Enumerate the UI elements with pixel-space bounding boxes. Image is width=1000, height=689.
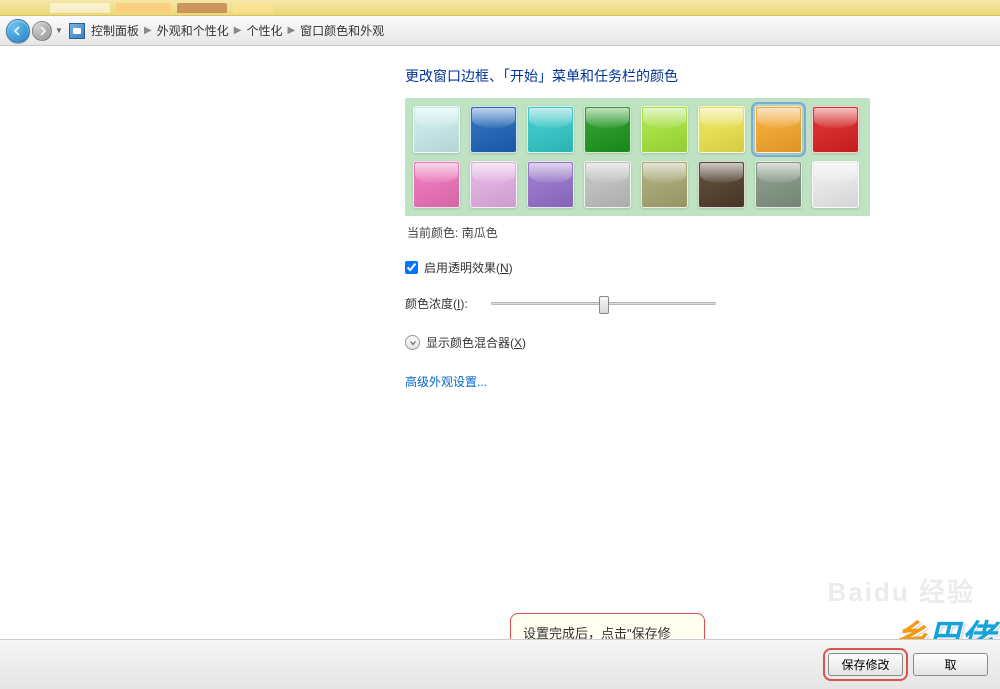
breadcrumb-item[interactable]: 个性化 bbox=[246, 22, 282, 39]
color-swatch[interactable] bbox=[584, 106, 631, 153]
save-button[interactable]: 保存修改 bbox=[828, 653, 903, 676]
chevron-down-icon bbox=[405, 335, 420, 350]
cancel-button[interactable]: 取 bbox=[913, 653, 988, 676]
intensity-label: 颜色浓度(I): bbox=[405, 295, 483, 312]
color-swatch[interactable] bbox=[413, 161, 460, 208]
transparency-label: 启用透明效果(N) bbox=[424, 259, 513, 276]
breadcrumb: 控制面板▶ 外观和个性化▶ 个性化▶ 窗口颜色和外观 bbox=[91, 22, 384, 39]
bottom-bar: 保存修改 取 bbox=[0, 639, 1000, 689]
watermark-baidu: Baidu 经验 bbox=[828, 572, 975, 609]
history-dropdown[interactable]: ▼ bbox=[55, 26, 65, 35]
color-swatch[interactable] bbox=[413, 106, 460, 153]
tab-blur bbox=[50, 3, 110, 13]
arrow-right-icon bbox=[37, 26, 47, 36]
transparency-checkbox[interactable] bbox=[405, 261, 418, 274]
breadcrumb-item[interactable]: 控制面板 bbox=[91, 22, 139, 39]
content-area: 更改窗口边框、「开始」菜单和任务栏的颜色 当前颜色: 南瓜色 启用透明效果(N)… bbox=[0, 46, 1000, 390]
breadcrumb-item[interactable]: 外观和个性化 bbox=[157, 22, 229, 39]
color-swatch[interactable] bbox=[698, 106, 745, 153]
forward-button[interactable] bbox=[32, 21, 52, 41]
back-button[interactable] bbox=[6, 19, 30, 43]
advanced-appearance-link[interactable]: 高级外观设置... bbox=[405, 373, 1000, 390]
window-titlebar bbox=[0, 0, 1000, 16]
intensity-slider[interactable] bbox=[491, 294, 716, 312]
color-swatch[interactable] bbox=[527, 161, 574, 208]
color-swatch[interactable] bbox=[812, 161, 859, 208]
tab-blur bbox=[177, 3, 227, 13]
navbar: ▼ 控制面板▶ 外观和个性化▶ 个性化▶ 窗口颜色和外观 bbox=[0, 16, 1000, 46]
color-mixer-expander[interactable]: 显示颜色混合器(X) bbox=[405, 334, 1000, 351]
page-heading: 更改窗口边框、「开始」菜单和任务栏的颜色 bbox=[405, 66, 1000, 86]
color-swatch[interactable] bbox=[641, 161, 688, 208]
control-panel-icon bbox=[69, 23, 85, 39]
breadcrumb-item[interactable]: 窗口颜色和外观 bbox=[300, 22, 384, 39]
tab-blur bbox=[116, 3, 171, 13]
color-palette bbox=[405, 98, 870, 216]
color-swatch[interactable] bbox=[470, 161, 517, 208]
current-color-label: 当前颜色: 南瓜色 bbox=[407, 224, 1000, 241]
color-swatch[interactable] bbox=[641, 106, 688, 153]
arrow-left-icon bbox=[13, 26, 23, 36]
transparency-row: 启用透明效果(N) bbox=[405, 259, 1000, 276]
color-swatch[interactable] bbox=[698, 161, 745, 208]
slider-thumb[interactable] bbox=[599, 296, 609, 314]
color-swatch[interactable] bbox=[755, 106, 802, 153]
color-swatch[interactable] bbox=[755, 161, 802, 208]
mixer-label: 显示颜色混合器(X) bbox=[426, 334, 526, 351]
color-swatch[interactable] bbox=[584, 161, 631, 208]
tab-blur bbox=[233, 3, 273, 13]
color-swatch[interactable] bbox=[812, 106, 859, 153]
color-swatch[interactable] bbox=[470, 106, 517, 153]
intensity-row: 颜色浓度(I): bbox=[405, 294, 1000, 312]
color-swatch[interactable] bbox=[527, 106, 574, 153]
